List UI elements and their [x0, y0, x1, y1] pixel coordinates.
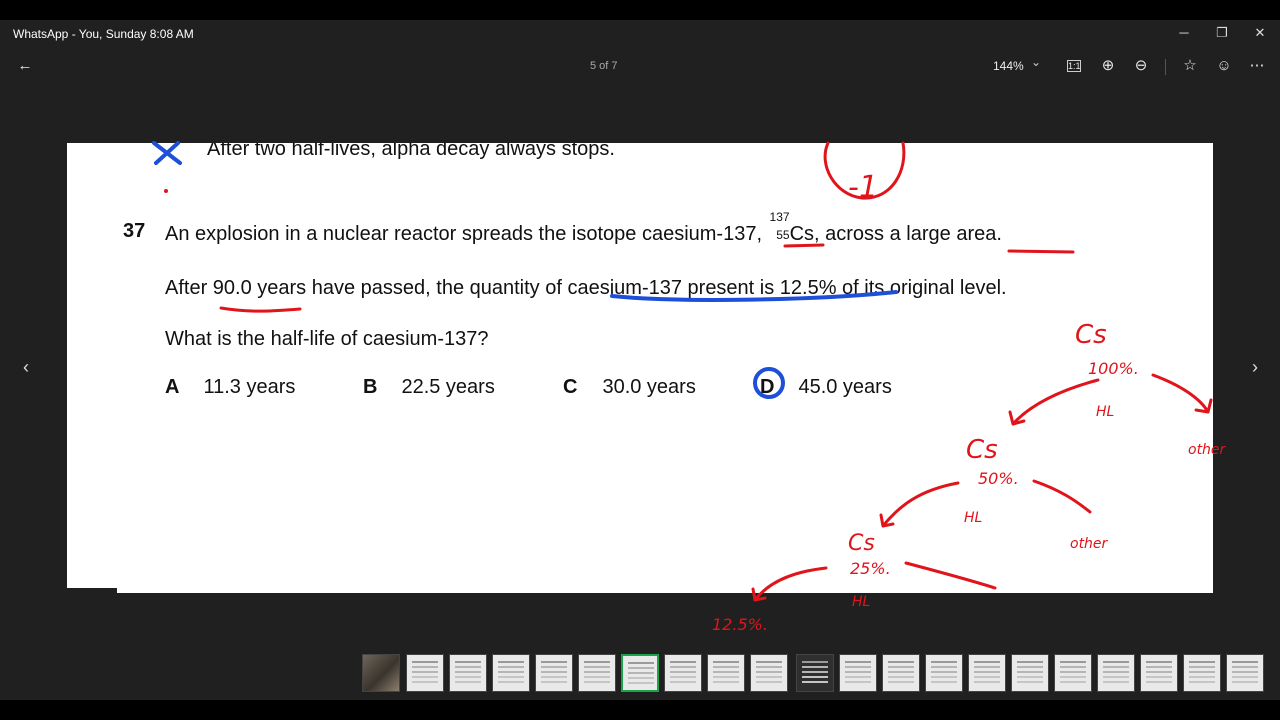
question-number: 37 [123, 220, 146, 242]
thumbnail-strip [362, 652, 1280, 694]
title-bar: WhatsApp - You, Sunday 8:08 AM ─ ❐ ✕ [0, 20, 1280, 46]
isotope-mass-number: 137 [769, 210, 790, 224]
option-letter: C [563, 376, 578, 398]
page-counter: 5 of 7 [590, 60, 618, 72]
next-image-arrow[interactable]: › [1245, 357, 1265, 378]
option-text: 11.3 years [203, 376, 296, 398]
window-title: WhatsApp - You, Sunday 8:08 AM [13, 27, 194, 41]
isotope-notation: 137 55 [768, 210, 790, 242]
react-emoji-icon[interactable]: ☺ [1212, 54, 1236, 78]
option-letter: A [165, 376, 180, 398]
thumbnail[interactable] [1226, 654, 1264, 692]
toolbar-divider [1165, 59, 1166, 75]
option-a: A 11.3 years [165, 376, 295, 399]
thumbnail[interactable] [796, 654, 834, 692]
option-text: 45.0 years [798, 376, 892, 398]
zoom-in-icon[interactable]: ⊕ [1096, 54, 1120, 78]
more-options-icon[interactable]: ⋯ [1245, 54, 1269, 78]
previous-option-text: After two half-lives, alpha decay always… [207, 143, 615, 160]
viewer-toolbar: ← 5 of 7 144% ⌄ 1:1 ⊕ ⊖ ☆ ☺ ⋯ [0, 46, 1280, 86]
thumbnail[interactable] [362, 654, 400, 692]
thumbnail[interactable] [535, 654, 573, 692]
thumbnail[interactable] [1011, 654, 1049, 692]
thumbnail[interactable] [1054, 654, 1092, 692]
isotope-atomic-number: 55 [776, 228, 790, 242]
thumbnail[interactable] [925, 654, 963, 692]
option-letter: D [760, 376, 775, 398]
thumbnail[interactable] [707, 654, 745, 692]
thumbnail[interactable] [1097, 654, 1135, 692]
option-c: C 30.0 years [563, 376, 696, 399]
zoom-out-icon[interactable]: ⊖ [1129, 54, 1153, 78]
document-image: After two half-lives, alpha decay always… [67, 143, 1213, 593]
option-b: B 22.5 years [363, 376, 495, 399]
question-line-1: An explosion in a nuclear reactor spread… [165, 210, 1002, 246]
question-line-1-end: , across a large area. [814, 223, 1002, 245]
previous-image-arrow[interactable]: ‹ [16, 357, 36, 378]
thumbnail[interactable] [492, 654, 530, 692]
close-button[interactable]: ✕ [1248, 23, 1272, 43]
thumbnail[interactable] [882, 654, 920, 692]
thumbnail[interactable] [750, 654, 788, 692]
isotope-symbol: Cs [789, 223, 815, 245]
photos-viewer-window: WhatsApp - You, Sunday 8:08 AM ─ ❐ ✕ ← 5… [0, 20, 1280, 700]
document-edge [67, 588, 117, 594]
thumbnail[interactable] [1183, 654, 1221, 692]
favorite-star-icon[interactable]: ☆ [1178, 54, 1202, 78]
question-line-1-start: An explosion in a nuclear reactor spread… [165, 223, 768, 245]
restore-button[interactable]: ❐ [1210, 23, 1234, 43]
thumbnail[interactable] [578, 654, 616, 692]
option-text: 22.5 years [401, 376, 495, 398]
question-line-2: After 90.0 years have passed, the quanti… [165, 277, 1007, 299]
zoom-level[interactable]: 144% [993, 59, 1024, 73]
question-line-3: What is the half-life of caesium-137? [165, 328, 489, 350]
chevron-down-icon[interactable]: ⌄ [1031, 55, 1041, 69]
thumbnail[interactable] [839, 654, 877, 692]
thumbnail[interactable] [664, 654, 702, 692]
minimize-button[interactable]: ─ [1172, 23, 1196, 43]
thumbnail[interactable] [968, 654, 1006, 692]
thumbnail-active[interactable] [621, 654, 659, 692]
thumbnail[interactable] [1140, 654, 1178, 692]
actual-size-icon[interactable]: 1:1 [1067, 60, 1081, 72]
option-text: 30.0 years [602, 376, 696, 398]
back-arrow-icon[interactable]: ← [13, 54, 37, 78]
option-letter: B [363, 376, 378, 398]
thumbnail[interactable] [449, 654, 487, 692]
option-d: D 45.0 years [760, 376, 892, 399]
thumbnail[interactable] [406, 654, 444, 692]
